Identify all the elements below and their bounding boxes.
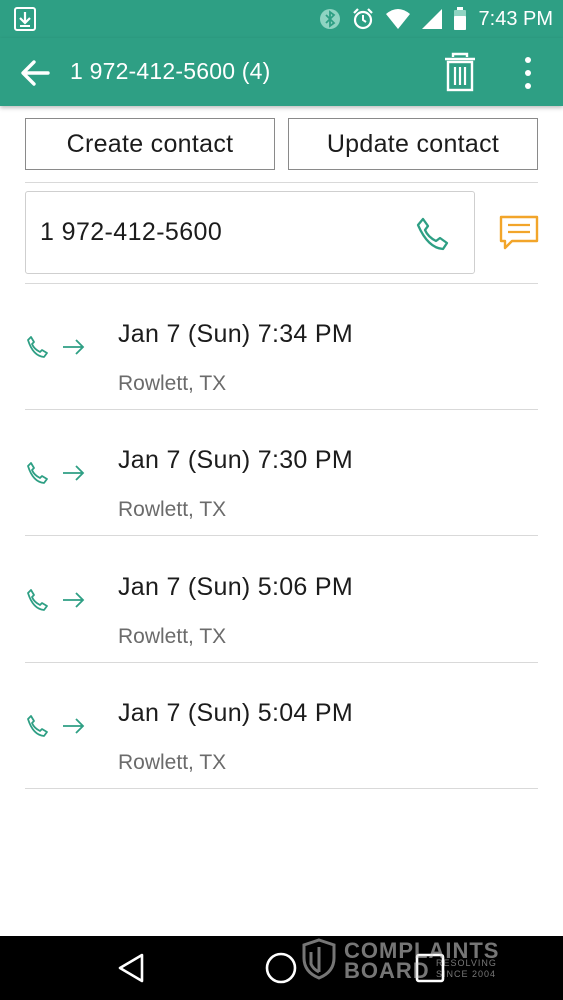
call-location: Rowlett, TX bbox=[118, 751, 227, 774]
call-datetime: Jan 7 (Sun) 7:34 PM bbox=[118, 320, 353, 348]
wifi-icon bbox=[385, 9, 410, 29]
call-log-item[interactable]: Jan 7 (Sun) 7:34 PM Rowlett, TX bbox=[25, 284, 538, 410]
outgoing-call-icon bbox=[27, 462, 85, 484]
nav-home-icon[interactable] bbox=[263, 950, 299, 986]
call-log-item[interactable]: Jan 7 (Sun) 5:04 PM Rowlett, TX bbox=[25, 663, 538, 789]
complaints-board-watermark: COMPLAINTS BOARD RESOLVING SINCE 2004 bbox=[300, 936, 530, 986]
call-datetime: Jan 7 (Sun) 5:04 PM bbox=[118, 699, 353, 727]
alarm-icon bbox=[352, 8, 373, 30]
update-contact-button[interactable]: Update contact bbox=[288, 118, 538, 170]
back-arrow-icon[interactable] bbox=[18, 56, 52, 90]
phone-number-text: 1 972-412-5600 bbox=[40, 218, 223, 246]
download-icon bbox=[14, 7, 36, 31]
signal-icon bbox=[421, 9, 442, 29]
battery-icon bbox=[453, 7, 466, 30]
outgoing-call-icon bbox=[27, 715, 85, 737]
more-vert-icon[interactable] bbox=[514, 54, 542, 92]
call-log-item[interactable]: Jan 7 (Sun) 7:30 PM Rowlett, TX bbox=[25, 410, 538, 536]
outgoing-call-icon bbox=[27, 336, 85, 358]
call-location: Rowlett, TX bbox=[118, 372, 227, 395]
divider bbox=[25, 182, 538, 183]
watermark-tagline: RESOLVING SINCE 2004 bbox=[436, 958, 497, 980]
call-datetime: Jan 7 (Sun) 5:06 PM bbox=[118, 573, 353, 601]
status-time: 7:43 PM bbox=[478, 7, 553, 30]
watermark-tag2: SINCE 2004 bbox=[436, 969, 497, 979]
watermark-tag1: RESOLVING bbox=[436, 958, 497, 968]
create-contact-button[interactable]: Create contact bbox=[25, 118, 275, 170]
phone-icon[interactable] bbox=[414, 216, 450, 252]
shield-logo-icon bbox=[302, 938, 336, 980]
watermark-line2: BOARD bbox=[344, 958, 430, 983]
page-title: 1 972-412-5600 (4) bbox=[70, 58, 271, 84]
outgoing-call-icon bbox=[27, 589, 85, 611]
nav-back-icon[interactable] bbox=[114, 950, 150, 986]
status-bar: 7:43 PM bbox=[0, 0, 563, 38]
phone-number-field[interactable]: 1 972-412-5600 bbox=[25, 191, 475, 274]
app-bar: 1 972-412-5600 (4) bbox=[0, 38, 563, 106]
call-datetime: Jan 7 (Sun) 7:30 PM bbox=[118, 446, 353, 474]
call-log-item[interactable]: Jan 7 (Sun) 5:06 PM Rowlett, TX bbox=[25, 537, 538, 663]
trash-icon[interactable] bbox=[442, 52, 478, 92]
call-location: Rowlett, TX bbox=[118, 625, 227, 648]
call-location: Rowlett, TX bbox=[118, 498, 227, 521]
bluetooth-icon bbox=[319, 9, 340, 29]
message-icon[interactable] bbox=[498, 214, 540, 252]
